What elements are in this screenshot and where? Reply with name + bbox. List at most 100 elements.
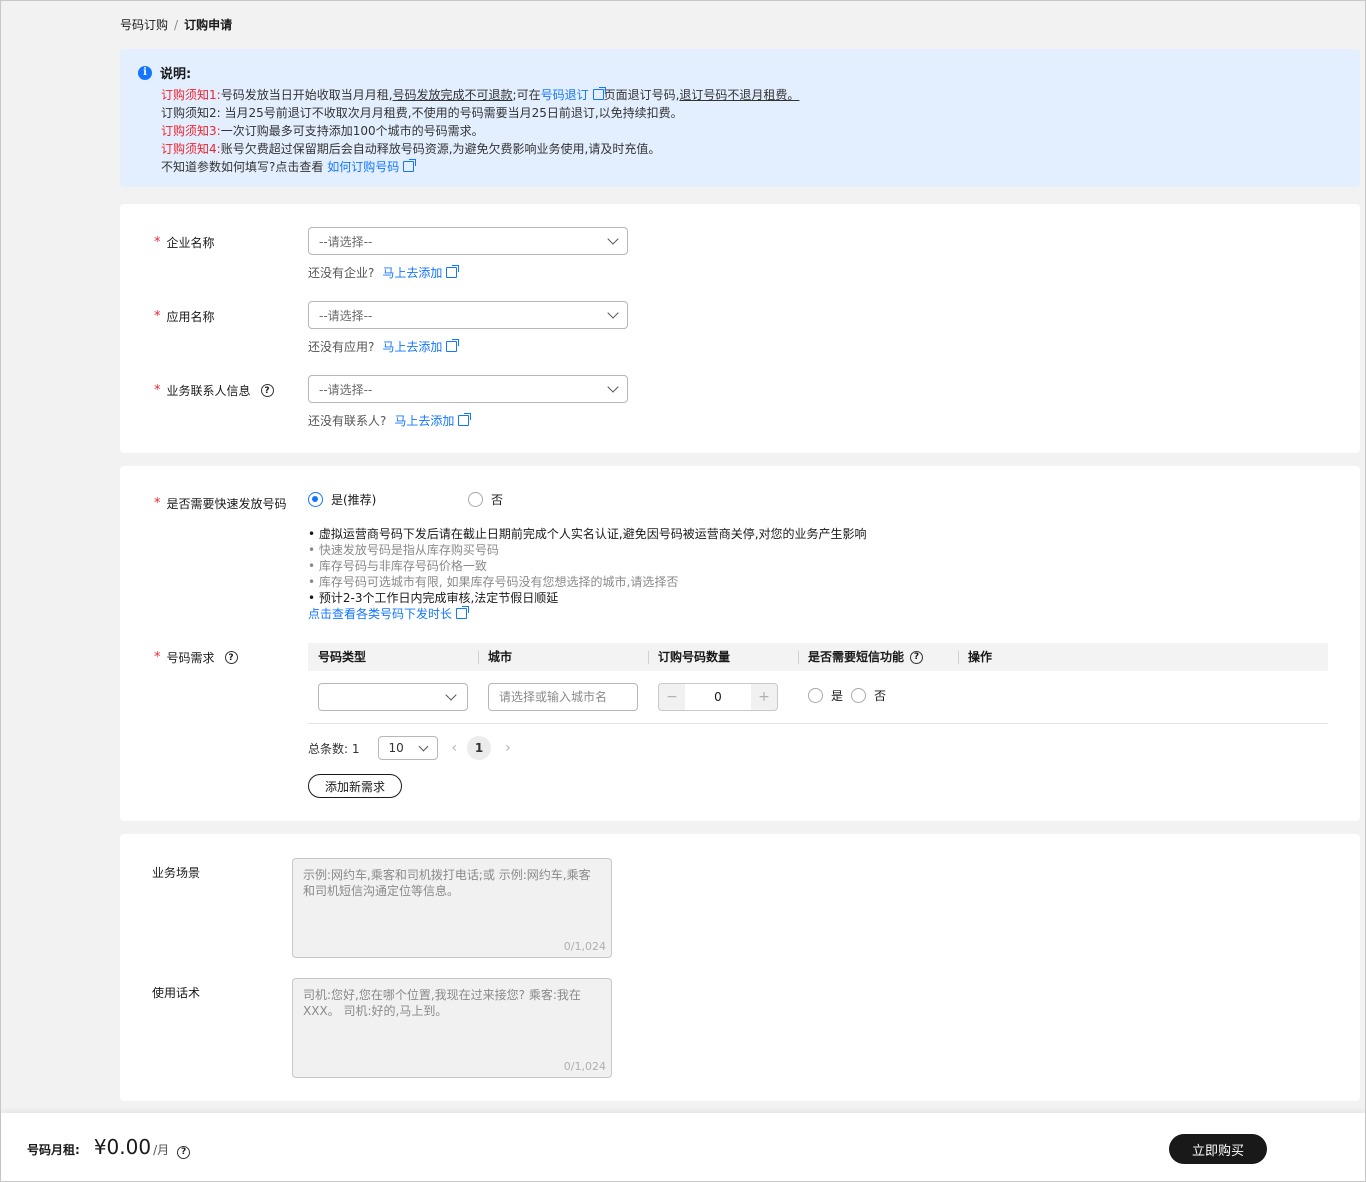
company-label-text: 企业名称 — [166, 236, 215, 250]
fast-issue-yes-radio[interactable]: 是(推荐) — [308, 491, 376, 508]
page-size-value: 10 — [388, 741, 404, 755]
notice-line-1-text-e: 退订号码不退月租费。 — [679, 88, 800, 102]
add-demand-button[interactable]: 添加新需求 — [308, 774, 402, 798]
table-row: 请选择或输入城市名 − 0 + 是 否 — [308, 671, 1328, 724]
quantity-stepper[interactable]: − 0 + — [658, 683, 778, 711]
unsubscribe-link[interactable]: 号码退订 — [541, 88, 589, 102]
basic-info-card: * 企业名称 --请选择-- 还没有企业? 马上去添加 * 应用名称 --请选择-- … — [120, 204, 1360, 453]
column-header-text: 城市 — [488, 650, 513, 664]
notice-line-1-text-b: 号码发放完成不可退款 — [392, 88, 513, 102]
table-header: 号码类型 城市 订购号码数量 是否需要短信功能? 操作 — [308, 643, 1328, 671]
notice-line-4: 订购须知4:账号欠费超过保留期后会自动释放号码资源,为避免欠费影响业务使用,请及… — [161, 140, 1342, 158]
note-item: • 快速发放号码是指从库存购买号码 — [308, 543, 499, 557]
notice-header: i 说明: — [138, 63, 1342, 82]
external-link-icon — [458, 413, 472, 426]
char-counter: 0/1,024 — [563, 1060, 606, 1073]
fast-issue-no-label: 否 — [491, 493, 504, 507]
note-item: • 虚拟运营商号码下发后请在截止日期前完成个人实名认证,避免因号码被运营商关停,… — [308, 527, 867, 541]
page-number[interactable]: 1 — [467, 736, 492, 760]
breadcrumb-parent[interactable]: 号码订购 — [120, 16, 168, 33]
app-label-text: 应用名称 — [166, 310, 215, 324]
column-header-text: 订购号码数量 — [658, 650, 731, 664]
demand-table: 号码类型 城市 订购号码数量 是否需要短信功能? 操作 请选择或输入城市名 − … — [308, 643, 1328, 724]
demand-label: * 号码需求? — [154, 649, 238, 666]
info-icon: i — [138, 65, 152, 80]
add-app-link[interactable]: 马上去添加 — [382, 340, 442, 354]
minus-icon[interactable]: − — [659, 684, 685, 710]
sms-no-label: 否 — [874, 689, 887, 703]
price-amount: ¥0.00 — [93, 1135, 152, 1159]
contact-select[interactable]: --请选择-- — [308, 375, 628, 403]
fast-issue-label-text: 是否需要快速发放号码 — [166, 497, 287, 511]
sms-yes-label: 是 — [831, 689, 844, 703]
contact-label: * 业务联系人信息? — [154, 382, 274, 399]
app-select[interactable]: --请选择-- — [308, 301, 628, 329]
app-select-value: --请选择-- — [319, 308, 373, 323]
fast-issue-no-radio[interactable]: 否 — [468, 491, 503, 508]
radio-unchecked-icon — [468, 492, 483, 507]
chevron-down-icon — [607, 381, 619, 393]
quantity-value[interactable]: 0 — [685, 684, 751, 710]
fast-issue-label: * 是否需要快速发放号码 — [154, 496, 287, 511]
notice-line-2: 订购须知2: 当月25号前退订不收取次月月租费,不使用的号码需要当月25日前退订… — [161, 106, 683, 120]
prev-page-icon[interactable]: ‹ — [452, 740, 458, 756]
note-item: • 库存号码可选城市有限, 如果库存号码没有您想选择的城市,请选择否 — [308, 575, 679, 589]
sms-no-radio[interactable] — [851, 688, 867, 703]
sms-yes-radio[interactable] — [808, 688, 823, 703]
next-page-icon[interactable]: › — [505, 740, 511, 756]
chevron-down-icon — [418, 741, 428, 751]
company-hint-text: 还没有企业? — [308, 266, 375, 280]
scenario-label: 业务场景 — [152, 866, 201, 880]
contact-hint-text: 还没有联系人? — [308, 414, 387, 428]
company-label: * 企业名称 — [154, 235, 215, 250]
column-header: 城市 — [478, 643, 513, 671]
fast-issue-notes: • 虚拟运营商号码下发后请在截止日期前完成个人实名认证,避免因号码被运营商关停,… — [308, 526, 867, 622]
help-icon[interactable]: ? — [224, 651, 238, 664]
radio-checked-icon — [308, 492, 323, 507]
sms-radio-group: 是 否 — [808, 687, 886, 704]
breadcrumb: 号码订购 / 订购申请 — [120, 16, 232, 33]
how-to-order-link[interactable]: 如何订购号码 — [327, 160, 399, 174]
help-icon[interactable]: ? — [910, 650, 924, 664]
external-link-icon — [446, 339, 460, 352]
demand-label-text: 号码需求 — [166, 651, 215, 665]
monthly-price: 号码月租: ¥0.00 /月 ? — [27, 1135, 191, 1159]
notice-line-5-text: 不知道参数如何填写?点击查看 — [161, 160, 324, 174]
column-header: 是否需要短信功能? — [798, 643, 924, 671]
breadcrumb-separator: / — [174, 17, 179, 32]
external-link-icon — [592, 87, 606, 100]
company-select[interactable]: --请选择-- — [308, 227, 628, 255]
notice-line-3: 订购须知3:一次订购最多可支持添加100个城市的号码需求。 — [161, 122, 1342, 140]
plus-icon[interactable]: + — [751, 684, 777, 710]
pagination: 总条数: 1 10 ‹ 1 › — [308, 736, 511, 760]
help-icon[interactable]: ? — [260, 384, 274, 397]
script-textarea[interactable]: 司机:您好,您在哪个位置,我现在过来接您? 乘客:我在XXX。 司机:好的,马上… — [292, 978, 612, 1078]
city-input[interactable]: 请选择或输入城市名 — [488, 683, 638, 711]
contact-hint: 还没有联系人? 马上去添加 — [308, 412, 472, 429]
notice-line-1-prefix: 订购须知1: — [161, 88, 221, 102]
notice-panel: i 说明: 订购须知1:号码发放当日开始收取当月月租,号码发放完成不可退款;可在… — [120, 49, 1360, 187]
app-hint: 还没有应用? 马上去添加 — [308, 338, 460, 355]
external-link-icon — [446, 265, 460, 278]
add-company-link[interactable]: 马上去添加 — [382, 266, 442, 280]
chevron-down-icon — [607, 307, 619, 319]
notice-line-3-text: 一次订购最多可支持添加100个城市的号码需求。 — [220, 124, 484, 138]
column-header-text: 是否需要短信功能 — [808, 650, 905, 664]
buy-now-button[interactable]: 立即购买 — [1169, 1134, 1267, 1164]
notice-line-1-text-d: 页面退订号码, — [603, 88, 680, 102]
notice-line-1-text-c: ;可在 — [512, 88, 541, 102]
issue-duration-link[interactable]: 点击查看各类号码下发时长 — [308, 607, 452, 621]
page-size-select[interactable]: 10 — [377, 736, 438, 760]
number-type-select[interactable] — [318, 683, 468, 711]
scenario-textarea[interactable]: 示例:网约车,乘客和司机拨打电话;或 示例:网约车,乘客和司机短信沟通定位等信息… — [292, 858, 612, 958]
footer-bar: 号码月租: ¥0.00 /月 ? 立即购买 — [1, 1113, 1365, 1181]
breadcrumb-current: 订购申请 — [184, 18, 233, 32]
notice-line-4-text: 账号欠费超过保留期后会自动释放号码资源,为避免欠费影响业务使用,请及时充值。 — [220, 142, 661, 156]
chevron-down-icon — [607, 233, 619, 245]
price-unit: /月 — [153, 1143, 170, 1157]
help-icon[interactable]: ? — [177, 1145, 191, 1159]
external-link-icon — [403, 159, 417, 172]
note-item: • 预计2-3个工作日内完成审核,法定节假日顺延 — [308, 591, 559, 605]
add-contact-link[interactable]: 马上去添加 — [394, 414, 454, 428]
notice-title: 说明: — [160, 67, 192, 82]
